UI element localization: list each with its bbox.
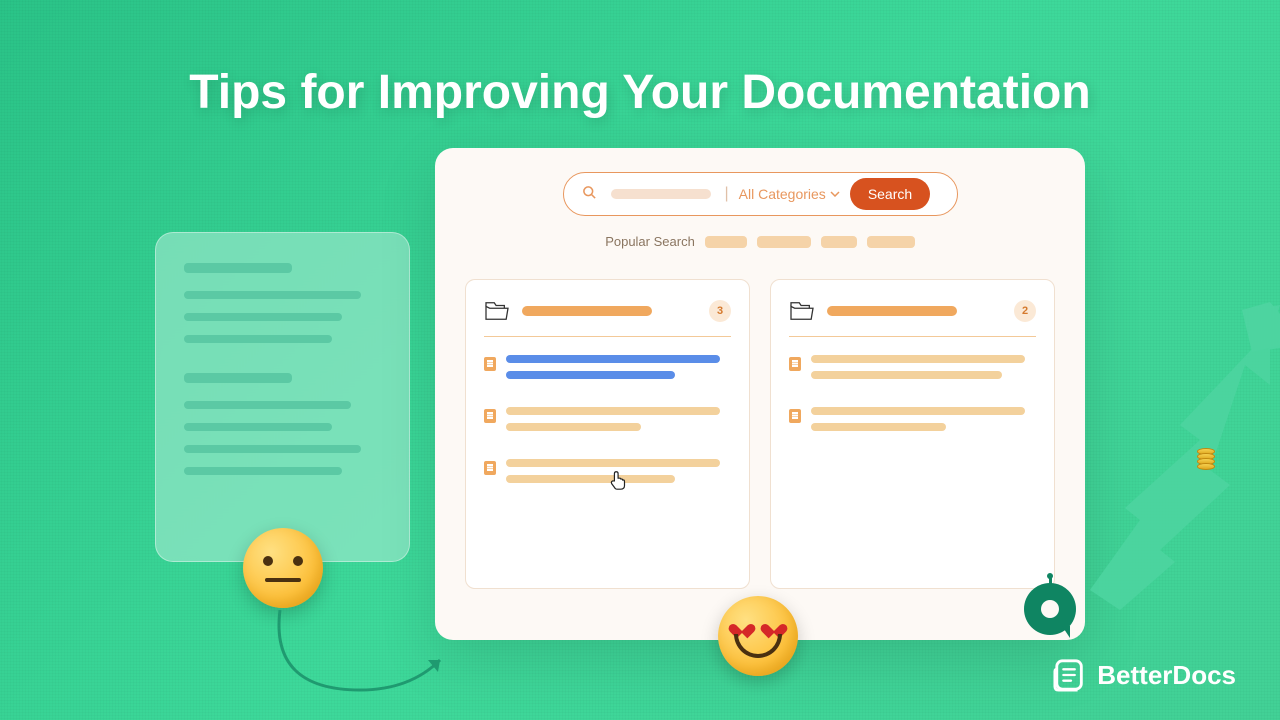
popular-label: Popular Search [605, 234, 695, 249]
chevron-down-icon [830, 191, 840, 197]
page-title: Tips for Improving Your Documentation [189, 65, 1090, 120]
folder-icon [789, 300, 815, 322]
connect-arrow-icon [260, 600, 460, 710]
popular-chip[interactable] [821, 236, 857, 248]
brand-icon [1053, 658, 1087, 692]
count-badge: 3 [709, 300, 731, 322]
doc-icon [484, 409, 496, 423]
chatbot-button[interactable] [1024, 583, 1076, 635]
love-emoji-icon [718, 596, 798, 676]
coins-icon [1197, 448, 1215, 468]
doc-icon [484, 357, 496, 371]
cursor-icon [608, 468, 630, 492]
search-bar[interactable]: | All Categories Search [563, 172, 958, 216]
popular-search-row: Popular Search [465, 234, 1055, 249]
doc-icon [484, 461, 496, 475]
popular-chip[interactable] [705, 236, 747, 248]
doc-item[interactable] [789, 407, 1036, 439]
doc-icon [789, 409, 801, 423]
brand-name: BetterDocs [1097, 660, 1236, 691]
old-doc-card [155, 232, 410, 562]
search-icon [582, 185, 597, 203]
doc-item[interactable] [484, 355, 731, 387]
category-card[interactable]: 2 [770, 279, 1055, 589]
category-card[interactable]: 3 [465, 279, 750, 589]
popular-chip[interactable] [867, 236, 915, 248]
doc-icon [789, 357, 801, 371]
count-badge: 2 [1014, 300, 1036, 322]
docs-panel: | All Categories Search Popular Search 3 [435, 148, 1085, 640]
category-dropdown[interactable]: All Categories [739, 186, 840, 202]
brand-logo: BetterDocs [1053, 658, 1236, 692]
neutral-emoji-icon [243, 528, 323, 608]
growth-arrow-icon [1070, 290, 1280, 610]
doc-item[interactable] [484, 407, 731, 439]
doc-item[interactable] [789, 355, 1036, 387]
search-input[interactable] [611, 189, 711, 199]
folder-icon [484, 300, 510, 322]
popular-chip[interactable] [757, 236, 811, 248]
search-button[interactable]: Search [850, 178, 930, 210]
